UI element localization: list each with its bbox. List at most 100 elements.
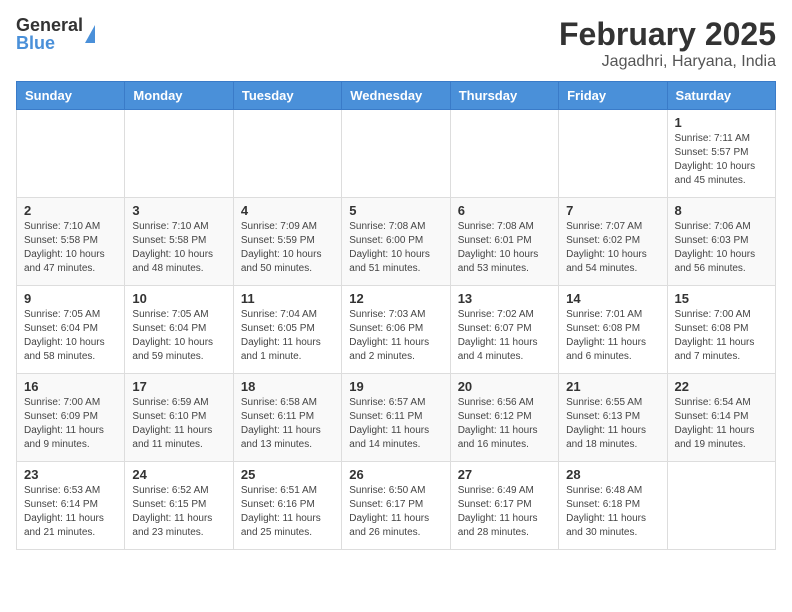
calendar-week-1: 1Sunrise: 7:11 AM Sunset: 5:57 PM Daylig… xyxy=(17,110,776,198)
day-info: Sunrise: 7:05 AM Sunset: 6:04 PM Dayligh… xyxy=(132,308,225,364)
weekday-header-row: SundayMondayTuesdayWednesdayThursdayFrid… xyxy=(17,82,776,110)
calendar-cell: 26Sunrise: 6:50 AM Sunset: 6:17 PM Dayli… xyxy=(342,462,450,550)
calendar-cell: 6 Sunrise: 7:08 AM Sunset: 6:01 PM Daylig… xyxy=(450,198,558,286)
calendar-body: 1Sunrise: 7:11 AM Sunset: 5:57 PM Daylig… xyxy=(17,110,776,550)
calendar-cell: 17Sunrise: 6:59 AM Sunset: 6:10 PM Dayli… xyxy=(125,374,233,462)
day-number: 12 xyxy=(349,291,442,306)
location-subtitle: Jagadhri, Haryana, India xyxy=(559,53,776,71)
day-number: 23 xyxy=(24,467,117,482)
title-section: February 2025 Jagadhri, Haryana, India xyxy=(559,16,776,71)
calendar-cell: 14 Sunrise: 7:01 AM Sunset: 6:08 PM Dayli… xyxy=(559,286,667,374)
day-info: Sunrise: 7:05 AM Sunset: 6:04 PM Dayligh… xyxy=(24,308,117,364)
calendar-cell: 15 Sunrise: 7:00 AM Sunset: 6:08 PM Dayli… xyxy=(667,286,775,374)
day-number: 9 xyxy=(24,291,117,306)
day-number: 14 xyxy=(566,291,659,306)
weekday-header-thursday: Thursday xyxy=(450,82,558,110)
calendar-cell: 13Sunrise: 7:02 AM Sunset: 6:07 PM Dayli… xyxy=(450,286,558,374)
calendar-cell xyxy=(17,110,125,198)
weekday-header-wednesday: Wednesday xyxy=(342,82,450,110)
day-info: Sunrise: 7:08 AM Sunset: 6:01 PM Dayligh… xyxy=(458,220,551,276)
weekday-header-friday: Friday xyxy=(559,82,667,110)
calendar-cell: 20 Sunrise: 6:56 AM Sunset: 6:12 PM Dayli… xyxy=(450,374,558,462)
day-info: Sunrise: 7:00 AM Sunset: 6:09 PM Dayligh… xyxy=(24,396,117,452)
day-info: Sunrise: 7:11 AM Sunset: 5:57 PM Dayligh… xyxy=(675,132,768,188)
day-info: Sunrise: 7:01 AM Sunset: 6:08 PM Dayligh… xyxy=(566,308,659,364)
calendar-cell: 22 Sunrise: 6:54 AM Sunset: 6:14 PM Dayli… xyxy=(667,374,775,462)
calendar-cell xyxy=(450,110,558,198)
calendar-cell: 8 Sunrise: 7:06 AM Sunset: 6:03 PM Daylig… xyxy=(667,198,775,286)
calendar-week-2: 2 Sunrise: 7:10 AM Sunset: 5:58 PM Daylig… xyxy=(17,198,776,286)
day-number: 16 xyxy=(24,379,117,394)
day-info: Sunrise: 7:10 AM Sunset: 5:58 PM Dayligh… xyxy=(24,220,117,276)
calendar-cell xyxy=(125,110,233,198)
day-info: Sunrise: 6:58 AM Sunset: 6:11 PM Dayligh… xyxy=(241,396,334,452)
day-number: 26 xyxy=(349,467,442,482)
day-number: 4 xyxy=(241,203,334,218)
calendar-cell xyxy=(233,110,341,198)
day-info: Sunrise: 7:03 AM Sunset: 6:06 PM Dayligh… xyxy=(349,308,442,364)
day-number: 20 xyxy=(458,379,551,394)
weekday-header-monday: Monday xyxy=(125,82,233,110)
day-number: 19 xyxy=(349,379,442,394)
calendar-week-5: 23 Sunrise: 6:53 AM Sunset: 6:14 PM Dayli… xyxy=(17,462,776,550)
day-number: 28 xyxy=(566,467,659,482)
weekday-header-sunday: Sunday xyxy=(17,82,125,110)
calendar-cell: 7 Sunrise: 7:07 AM Sunset: 6:02 PM Daylig… xyxy=(559,198,667,286)
day-number: 6 xyxy=(458,203,551,218)
day-number: 25 xyxy=(241,467,334,482)
calendar-cell: 11Sunrise: 7:04 AM Sunset: 6:05 PM Dayli… xyxy=(233,286,341,374)
day-info: Sunrise: 6:55 AM Sunset: 6:13 PM Dayligh… xyxy=(566,396,659,452)
day-number: 8 xyxy=(675,203,768,218)
day-info: Sunrise: 7:06 AM Sunset: 6:03 PM Dayligh… xyxy=(675,220,768,276)
day-number: 11 xyxy=(241,291,334,306)
day-info: Sunrise: 7:09 AM Sunset: 5:59 PM Dayligh… xyxy=(241,220,334,276)
day-number: 3 xyxy=(132,203,225,218)
day-info: Sunrise: 6:51 AM Sunset: 6:16 PM Dayligh… xyxy=(241,484,334,540)
day-number: 2 xyxy=(24,203,117,218)
day-number: 27 xyxy=(458,467,551,482)
day-number: 10 xyxy=(132,291,225,306)
day-info: Sunrise: 6:48 AM Sunset: 6:18 PM Dayligh… xyxy=(566,484,659,540)
logo: General Blue xyxy=(16,16,95,52)
calendar-table: SundayMondayTuesdayWednesdayThursdayFrid… xyxy=(16,81,776,550)
day-info: Sunrise: 6:56 AM Sunset: 6:12 PM Dayligh… xyxy=(458,396,551,452)
calendar-cell: 16 Sunrise: 7:00 AM Sunset: 6:09 PM Dayli… xyxy=(17,374,125,462)
day-info: Sunrise: 6:57 AM Sunset: 6:11 PM Dayligh… xyxy=(349,396,442,452)
day-info: Sunrise: 7:10 AM Sunset: 5:58 PM Dayligh… xyxy=(132,220,225,276)
calendar-cell xyxy=(559,110,667,198)
logo-triangle-icon xyxy=(85,25,95,43)
calendar-cell xyxy=(342,110,450,198)
day-number: 22 xyxy=(675,379,768,394)
logo-general: General xyxy=(16,16,83,34)
day-info: Sunrise: 7:00 AM Sunset: 6:08 PM Dayligh… xyxy=(675,308,768,364)
calendar-cell: 12 Sunrise: 7:03 AM Sunset: 6:06 PM Dayli… xyxy=(342,286,450,374)
day-info: Sunrise: 7:02 AM Sunset: 6:07 PM Dayligh… xyxy=(458,308,551,364)
calendar-cell: 4 Sunrise: 7:09 AM Sunset: 5:59 PM Daylig… xyxy=(233,198,341,286)
day-number: 7 xyxy=(566,203,659,218)
day-info: Sunrise: 6:53 AM Sunset: 6:14 PM Dayligh… xyxy=(24,484,117,540)
day-number: 17 xyxy=(132,379,225,394)
calendar-cell: 21 Sunrise: 6:55 AM Sunset: 6:13 PM Dayli… xyxy=(559,374,667,462)
calendar-cell: 18Sunrise: 6:58 AM Sunset: 6:11 PM Dayli… xyxy=(233,374,341,462)
calendar-week-3: 9 Sunrise: 7:05 AM Sunset: 6:04 PM Daylig… xyxy=(17,286,776,374)
day-info: Sunrise: 7:08 AM Sunset: 6:00 PM Dayligh… xyxy=(349,220,442,276)
calendar-cell: 10 Sunrise: 7:05 AM Sunset: 6:04 PM Dayli… xyxy=(125,286,233,374)
calendar-cell: 5Sunrise: 7:08 AM Sunset: 6:00 PM Daylig… xyxy=(342,198,450,286)
day-number: 21 xyxy=(566,379,659,394)
logo-text: General Blue xyxy=(16,16,83,52)
calendar-cell: 25 Sunrise: 6:51 AM Sunset: 6:16 PM Dayli… xyxy=(233,462,341,550)
calendar-cell: 2 Sunrise: 7:10 AM Sunset: 5:58 PM Daylig… xyxy=(17,198,125,286)
calendar-week-4: 16 Sunrise: 7:00 AM Sunset: 6:09 PM Dayli… xyxy=(17,374,776,462)
day-number: 15 xyxy=(675,291,768,306)
calendar-header: SundayMondayTuesdayWednesdayThursdayFrid… xyxy=(17,82,776,110)
calendar-cell: 3 Sunrise: 7:10 AM Sunset: 5:58 PM Daylig… xyxy=(125,198,233,286)
weekday-header-tuesday: Tuesday xyxy=(233,82,341,110)
page-header: General Blue February 2025 Jagadhri, Har… xyxy=(16,16,776,71)
day-number: 24 xyxy=(132,467,225,482)
day-info: Sunrise: 7:07 AM Sunset: 6:02 PM Dayligh… xyxy=(566,220,659,276)
calendar-cell: 28 Sunrise: 6:48 AM Sunset: 6:18 PM Dayli… xyxy=(559,462,667,550)
calendar-cell: 23 Sunrise: 6:53 AM Sunset: 6:14 PM Dayli… xyxy=(17,462,125,550)
logo-blue: Blue xyxy=(16,34,83,52)
day-info: Sunrise: 6:54 AM Sunset: 6:14 PM Dayligh… xyxy=(675,396,768,452)
weekday-header-saturday: Saturday xyxy=(667,82,775,110)
